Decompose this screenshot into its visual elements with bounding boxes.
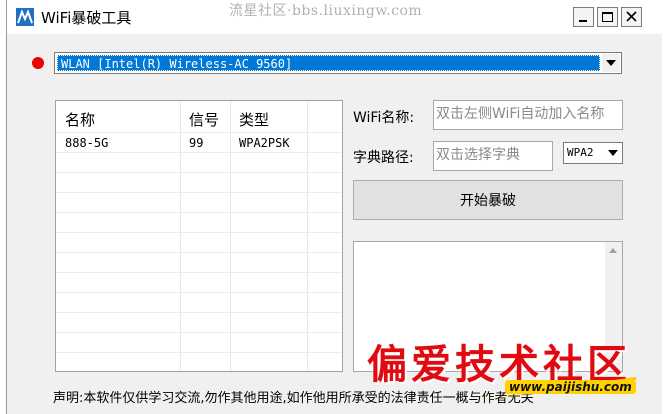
- title-bar[interactable]: WiFi暴破工具 流星社区·bbs.liuxingw.com: [7, 0, 662, 34]
- status-indicator: [32, 57, 44, 69]
- cell-signal: 99: [189, 136, 204, 150]
- adapter-dropdown-button[interactable]: [602, 54, 620, 72]
- dict-path-label: 字典路径:: [353, 150, 414, 166]
- wifi-name-label: WiFi名称:: [353, 110, 415, 126]
- cell-type: WPA2PSK: [239, 136, 290, 150]
- chevron-down-icon: [608, 150, 618, 156]
- row-divider: [56, 272, 342, 273]
- close-icon: [626, 11, 637, 22]
- row-divider: [56, 212, 342, 213]
- maximize-icon: [602, 12, 613, 22]
- maximize-button[interactable]: [597, 7, 618, 27]
- row-divider: [56, 172, 342, 173]
- wifi-name-input[interactable]: 双击左侧WiFi自动加入名称: [433, 100, 623, 130]
- row-divider: [56, 352, 342, 353]
- column-header-type[interactable]: 类型: [239, 109, 269, 130]
- row-divider: [56, 132, 342, 133]
- row-divider: [56, 332, 342, 333]
- app-window: WiFi暴破工具 流星社区·bbs.liuxingw.com WLAN [Int…: [6, 0, 662, 414]
- column-header-signal[interactable]: 信号: [189, 109, 219, 130]
- auth-type-value: WPA2: [567, 146, 594, 159]
- row-divider: [56, 232, 342, 233]
- minimize-button[interactable]: [573, 7, 594, 27]
- window-title: WiFi暴破工具: [41, 9, 132, 27]
- adapter-select-value: WLAN [Intel(R) Wireless-AC 9560]: [61, 57, 293, 71]
- adapter-select[interactable]: WLAN [Intel(R) Wireless-AC 9560]: [54, 52, 622, 74]
- start-crack-button[interactable]: 开始暴破: [353, 180, 623, 220]
- dict-path-input[interactable]: 双击选择字典: [433, 141, 553, 171]
- auth-type-select[interactable]: WPA2: [563, 142, 623, 164]
- row-divider: [56, 312, 342, 313]
- cell-name: 888-5G: [65, 136, 109, 150]
- minimize-icon: [579, 20, 587, 22]
- row-divider: [56, 192, 342, 193]
- chevron-down-icon: [606, 60, 616, 66]
- scroll-up-icon[interactable]: [609, 248, 617, 253]
- column-divider: [307, 101, 308, 371]
- wifi-list[interactable]: 名称 信号 类型 888-5G 99 WPA2PSK: [55, 100, 343, 372]
- close-button[interactable]: [621, 7, 642, 27]
- column-divider: [230, 101, 231, 371]
- row-divider: [56, 252, 342, 253]
- start-crack-label: 开始暴破: [460, 193, 516, 209]
- watermark-url: www.paijishu.com: [505, 380, 636, 394]
- column-header-name[interactable]: 名称: [65, 109, 95, 130]
- row-divider: [56, 292, 342, 293]
- row-divider: [56, 152, 342, 153]
- top-watermark: 流星社区·bbs.liuxingw.com: [229, 3, 423, 19]
- app-icon: [16, 8, 34, 26]
- column-divider: [180, 101, 181, 371]
- adapter-select-highlight: WLAN [Intel(R) Wireless-AC 9560]: [57, 55, 600, 71]
